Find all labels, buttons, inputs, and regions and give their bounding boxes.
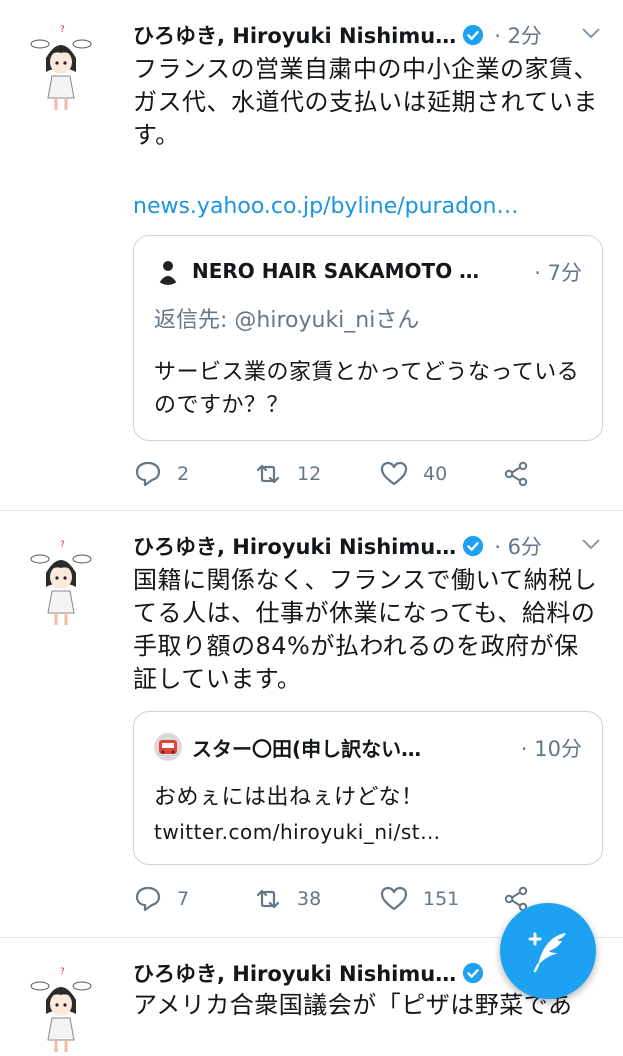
timestamp: · 6分 (494, 535, 542, 559)
verified-icon (463, 24, 484, 46)
quoted-tweet[interactable]: NERO HAIR SAKAMOTO … · 7分 返信先: @hiroyuki… (133, 235, 603, 441)
like-count: 151 (423, 888, 460, 910)
tweet-header: ひろゆき, Hiroyuki Nishimu… · 2分 (133, 18, 601, 52)
like-count: 40 (423, 463, 448, 485)
like-button[interactable]: 40 (379, 459, 447, 489)
share-icon (504, 461, 528, 487)
quote-link[interactable]: twitter.com/hiroyuki_ni/st… (154, 816, 584, 849)
tweet-actions: 2 12 40 (133, 459, 553, 491)
quote-avatar (154, 257, 182, 285)
chevron-down-icon[interactable] (581, 26, 601, 40)
share-button[interactable] (501, 459, 545, 489)
retweet-icon (256, 889, 280, 909)
tweet[interactable]: ひろゆき, Hiroyuki Nishimu… · 6分 国籍に関係なく、フラン… (0, 511, 623, 938)
avatar[interactable] (30, 966, 92, 1056)
reply-icon (135, 886, 161, 912)
quote-text: サービス業の家賃とかってどうなっているのですか？？ (154, 360, 580, 418)
tweet[interactable]: ひろゆき, Hiroyuki Nishimu… · 2分 フランスの営業自粛中の… (0, 0, 623, 511)
retweet-count: 38 (297, 888, 322, 910)
author-name[interactable]: ひろゆき, Hiroyuki Nishimu… (133, 531, 456, 561)
quote-header: NERO HAIR SAKAMOTO … · 7分 (154, 256, 582, 286)
like-icon (380, 886, 408, 911)
retweet-icon (256, 464, 280, 484)
quote-header: スター〇田(申し訳ない… · 10分 (154, 732, 582, 762)
author-name[interactable]: ひろゆき, Hiroyuki Nishimu… (133, 20, 456, 50)
quote-author: スター〇田(申し訳ない… (192, 736, 422, 761)
quote-timestamp: · 7分 (534, 261, 582, 285)
quote-avatar (154, 733, 182, 761)
quoted-tweet[interactable]: スター〇田(申し訳ない… · 10分 おめぇには出ねぇけどな！ twitter.… (133, 711, 603, 865)
chevron-down-icon[interactable] (581, 537, 601, 551)
retweet-button[interactable]: 12 (253, 459, 321, 489)
reply-button[interactable]: 7 (133, 884, 189, 914)
avatar[interactable] (30, 24, 92, 114)
reply-count: 2 (177, 463, 190, 485)
reply-count: 7 (177, 888, 190, 910)
reply-to-label: 返信先: @hiroyuki_niさん (154, 308, 420, 333)
quote-author: NERO HAIR SAKAMOTO … (192, 259, 480, 283)
quote-text: おめぇには出ねぇけどな！ (154, 785, 424, 810)
author-name[interactable]: ひろゆき, Hiroyuki Nishimu… (133, 958, 456, 988)
compose-tweet-icon (528, 932, 566, 973)
like-button[interactable]: 151 (379, 884, 459, 914)
verified-icon (463, 535, 484, 557)
verified-icon (463, 962, 484, 984)
tweet-text: フランスの営業自粛中の中小企業の家賃、ガス代、水道代の支払いは延期されています。 (133, 55, 599, 149)
like-icon (380, 461, 408, 486)
tweet-link[interactable]: news.yahoo.co.jp/byline/puradon… (133, 194, 518, 219)
reply-button[interactable]: 2 (133, 459, 189, 489)
avatar[interactable] (30, 539, 92, 629)
retweet-button[interactable]: 38 (253, 884, 321, 914)
tweet-text: 国籍に関係なく、フランスで働いて納税してる人は、仕事が休業になっても、給料の手取… (133, 566, 598, 693)
retweet-count: 12 (297, 463, 322, 485)
quote-timestamp: · 10分 (520, 737, 582, 761)
reply-icon (135, 461, 161, 487)
tweet-header: ひろゆき, Hiroyuki Nishimu… · 6分 (133, 529, 601, 563)
timestamp: · 2分 (494, 24, 542, 48)
tweet-actions: 7 38 151 (133, 884, 553, 916)
compose-tweet-button[interactable] (500, 903, 596, 999)
